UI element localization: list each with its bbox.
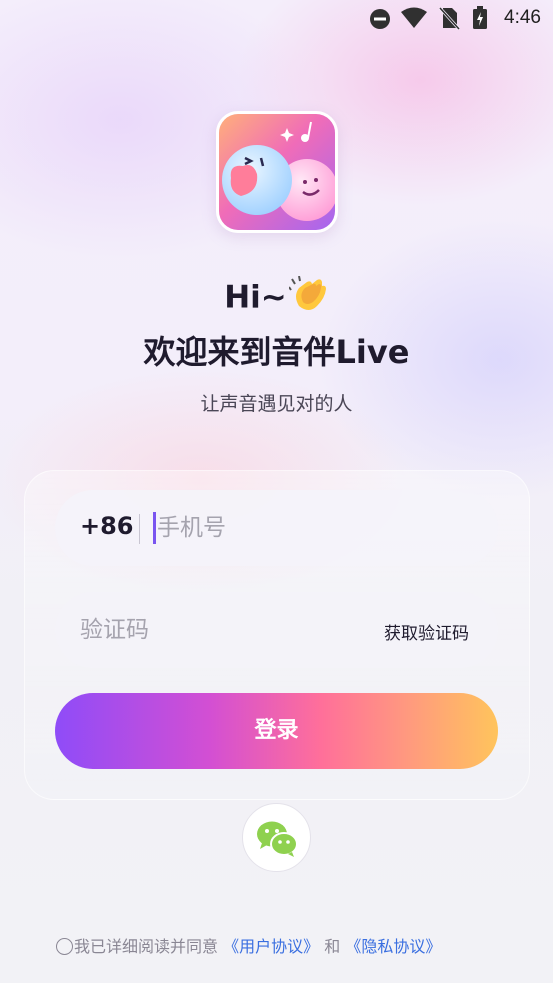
phone-input[interactable]	[157, 506, 457, 550]
field-divider	[139, 514, 140, 544]
agreement-text: 我已详细阅读并同意	[74, 937, 219, 956]
text-cursor	[153, 512, 156, 544]
dnd-icon	[369, 8, 391, 34]
privacy-policy-link[interactable]: 《隐私协议》	[345, 937, 441, 956]
agreement-and: 和	[324, 937, 341, 956]
greeting-text: Hi~	[224, 279, 287, 316]
agreement-checkbox[interactable]	[56, 938, 73, 955]
no-sim-icon	[438, 6, 461, 34]
phone-field: +86	[55, 490, 498, 566]
verification-code-input[interactable]	[80, 608, 350, 652]
user-agreement-link[interactable]: 《用户协议》	[223, 937, 319, 956]
country-code-selector[interactable]: +86	[80, 512, 134, 540]
verification-code-field: 获取验证码	[55, 592, 498, 668]
greeting-line: Hi~	[0, 275, 553, 322]
app-subtitle: 让声音遇见对的人	[200, 393, 353, 415]
status-time: 4:46	[504, 7, 541, 28]
clapping-hands-icon	[287, 275, 329, 322]
wechat-login-button[interactable]	[242, 803, 311, 872]
wechat-icon	[257, 821, 298, 857]
battery-charging-icon	[472, 6, 488, 34]
status-bar: 4:46	[0, 0, 553, 38]
get-code-button[interactable]: 获取验证码	[384, 619, 469, 644]
app-logo-icon	[216, 111, 338, 233]
welcome-title: 欢迎来到音伴Live	[143, 333, 410, 371]
wifi-icon	[400, 7, 428, 33]
agreement-row: 我已详细阅读并同意 《用户协议》 和 《隐私协议》	[56, 933, 441, 957]
login-button[interactable]: 登录	[55, 693, 498, 769]
